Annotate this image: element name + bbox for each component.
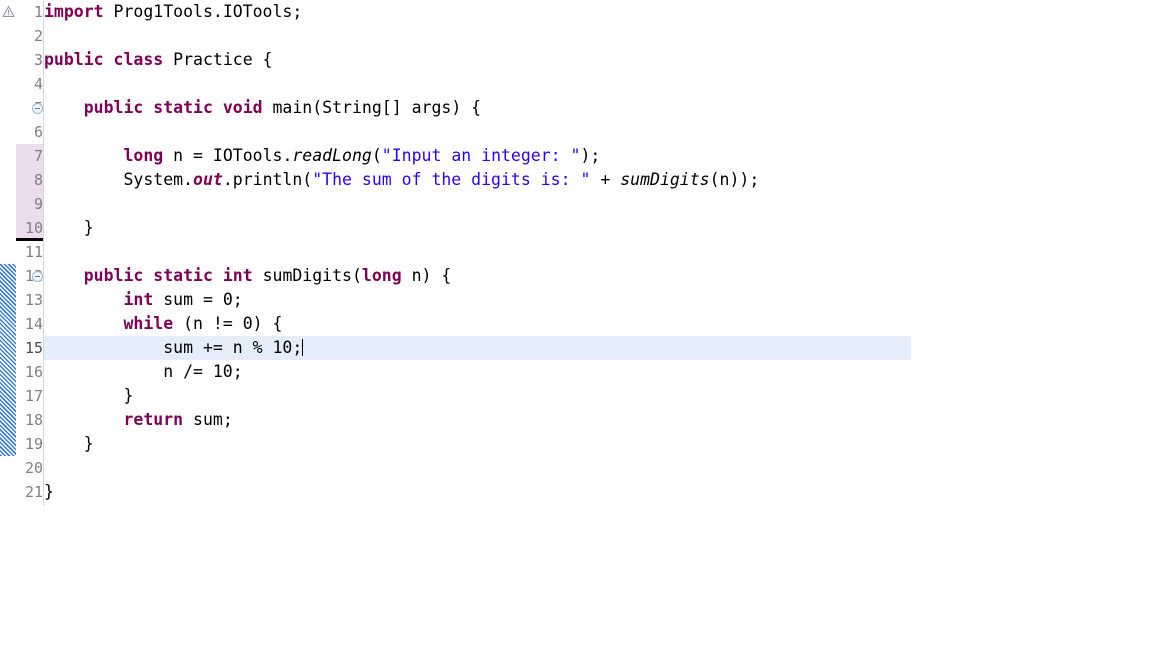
code-token: public static void — [83, 98, 263, 117]
code-token: n /= 10; — [44, 362, 243, 381]
code-line[interactable]: sum += n % 10; — [44, 336, 303, 360]
code-token: long — [123, 146, 164, 165]
line-number[interactable]: 8 — [16, 168, 43, 192]
code-line[interactable]: } — [44, 432, 94, 456]
line-number[interactable]: 11 — [16, 240, 43, 264]
code-token: ); — [580, 146, 601, 165]
line-number[interactable]: 6 — [16, 120, 43, 144]
code-line[interactable]: public static int sumDigits(long n) { — [44, 264, 452, 288]
line-number[interactable]: 9 — [16, 192, 43, 216]
code-token: long — [361, 266, 402, 285]
code-token: .println( — [222, 170, 313, 189]
code-token: n = IOTools. — [163, 146, 293, 165]
code-line[interactable]: } — [44, 384, 133, 408]
code-token: return — [123, 410, 184, 429]
code-line[interactable]: return sum; — [44, 408, 233, 432]
code-token: } — [44, 482, 54, 501]
code-line[interactable]: int sum = 0; — [44, 288, 243, 312]
line-number[interactable]: 7 — [16, 144, 43, 168]
code-token: ( — [371, 146, 382, 165]
code-token: readLong — [292, 146, 372, 165]
code-token: String — [322, 98, 382, 117]
code-token: sum; — [183, 410, 233, 429]
fold-collapse-icon[interactable] — [32, 271, 43, 282]
code-line[interactable]: public class Practice { — [44, 48, 273, 72]
code-token: sumDigits — [620, 170, 710, 189]
code-token: sum = 0; — [153, 290, 243, 309]
code-token: Practice { — [163, 50, 273, 69]
code-line[interactable]: } — [44, 480, 54, 504]
code-line[interactable]: while (n != 0) { — [44, 312, 282, 336]
line-number[interactable]: 3 — [16, 48, 43, 72]
code-token: + — [590, 170, 621, 189]
line-number[interactable]: 2 — [16, 24, 43, 48]
line-number[interactable]: 17 — [16, 384, 43, 408]
code-token: "Input an integer: " — [381, 146, 581, 165]
line-number[interactable]: 4 — [16, 72, 43, 96]
line-number[interactable]: 20 — [16, 456, 43, 480]
change-bar-column — [0, 0, 16, 506]
code-token: out — [193, 170, 223, 189]
line-number[interactable]: 14 — [16, 312, 43, 336]
line-number-column[interactable]: 123456789101112131415161718192021 — [16, 0, 43, 506]
code-token: System. — [44, 170, 194, 189]
code-token: "The sum of the digits is: " — [312, 170, 591, 189]
code-token: } — [44, 386, 134, 405]
line-number[interactable]: 21 — [16, 480, 43, 504]
code-token: import — [44, 2, 104, 21]
line-number[interactable]: 13 — [16, 288, 43, 312]
code-token: int — [123, 290, 154, 309]
code-token: } — [44, 218, 94, 237]
code-token: public static int — [83, 266, 253, 285]
code-line[interactable]: import Prog1Tools.IOTools; — [44, 0, 302, 24]
code-token: [] args) { — [381, 98, 482, 117]
code-line[interactable]: System.out.println("The sum of the digit… — [44, 168, 759, 192]
line-number[interactable]: 16 — [16, 360, 43, 384]
line-number[interactable]: 1 — [16, 0, 43, 24]
code-token: n) { — [401, 266, 452, 285]
line-number[interactable]: 19 — [16, 432, 43, 456]
code-line[interactable]: public static void main(String[] args) { — [44, 96, 481, 120]
fold-collapse-icon[interactable] — [32, 103, 43, 114]
code-line[interactable]: long n = IOTools.readLong("Input an inte… — [44, 144, 600, 168]
line-number[interactable]: 10 — [16, 216, 43, 240]
code-line[interactable]: } — [44, 216, 94, 240]
code-token: public class — [44, 50, 164, 69]
code-token: (n != 0) { — [173, 314, 283, 333]
code-token: sumDigits( — [252, 266, 362, 285]
editor-gutter[interactable]: 123456789101112131415161718192021 — [0, 0, 44, 506]
code-token: } — [44, 434, 94, 453]
code-text-area[interactable]: import Prog1Tools.IOTools; public class P… — [44, 0, 1152, 648]
code-token: main( — [262, 98, 323, 117]
code-token: Prog1Tools.IOTools; — [103, 2, 303, 21]
gutter-added-bar — [0, 264, 16, 456]
line-number[interactable]: 18 — [16, 408, 43, 432]
code-token: (n)); — [709, 170, 760, 189]
text-caret — [301, 339, 303, 356]
code-line[interactable]: n /= 10; — [44, 360, 243, 384]
code-token: while — [123, 314, 174, 333]
code-token: sum += n % 10; — [44, 338, 303, 357]
line-number[interactable]: 15 — [16, 336, 43, 360]
code-editor[interactable]: 123456789101112131415161718192021 import… — [0, 0, 1152, 648]
